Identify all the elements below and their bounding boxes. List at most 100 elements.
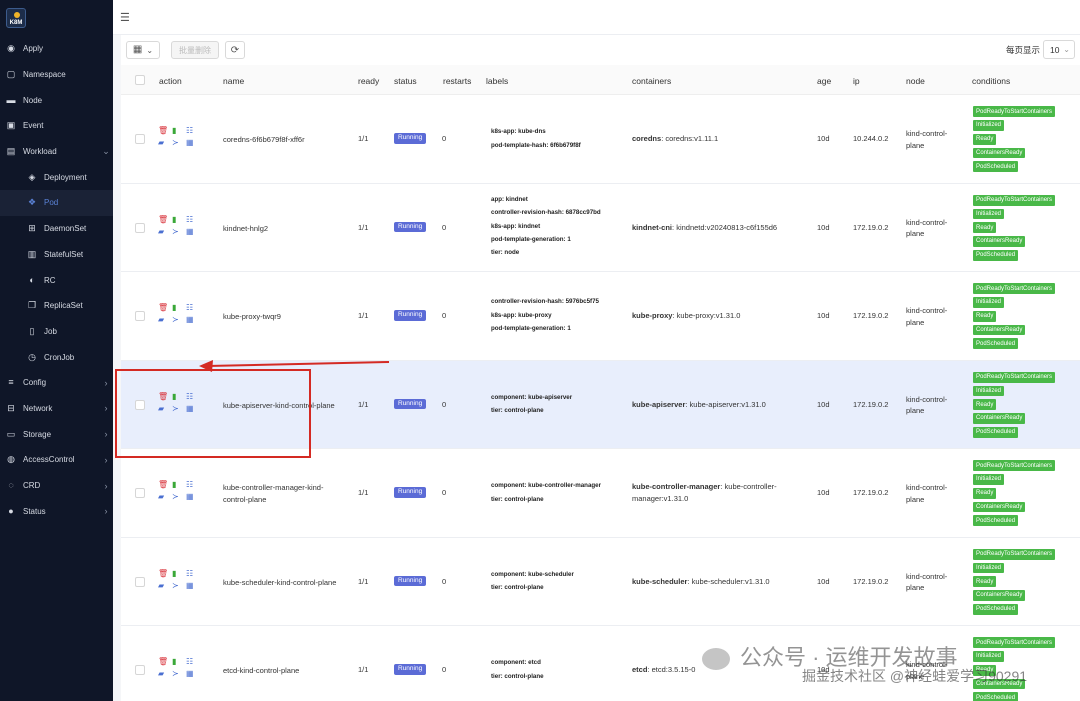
- calendar-icon[interactable]: ▦: [186, 493, 194, 501]
- label-tag: component: kube-controller-manager: [491, 482, 602, 490]
- row-checkbox[interactable]: [135, 399, 145, 410]
- detail-icon[interactable]: ☷: [186, 569, 193, 578]
- sidebar-item-job[interactable]: ▯ Job: [0, 319, 113, 345]
- calendar-icon[interactable]: ▦: [186, 316, 194, 324]
- labels-list: app: kindnet controller-revision-hash: 68…: [491, 197, 601, 256]
- terminal-icon[interactable]: ≻: [172, 139, 179, 147]
- pod-name[interactable]: coredns-6f6b679f8f-xff6r: [223, 134, 305, 146]
- sidebar-item-deployment[interactable]: ◈ Deployment: [0, 164, 113, 190]
- pod-name[interactable]: kube-controller-manager-kind-control-pla…: [223, 482, 323, 505]
- terminal-icon[interactable]: ≻: [172, 316, 179, 324]
- table-row: 🗑 ▮ ☷ ▰ ≻ ▦ kindnet-hnlg2 1/1 Running 0 app: kindn…: [121, 184, 1080, 272]
- sidebar-item-pod[interactable]: ❖ Pod: [0, 190, 113, 216]
- detail-icon[interactable]: ☷: [186, 304, 193, 312]
- folder-icon[interactable]: ▰: [158, 227, 164, 236]
- calendar-icon[interactable]: ▦: [186, 227, 194, 236]
- delete-icon[interactable]: 🗑: [158, 658, 168, 666]
- folder-icon[interactable]: ▰: [158, 581, 164, 590]
- delete-icon[interactable]: 🗑: [158, 127, 168, 135]
- delete-icon[interactable]: 🗑: [158, 392, 168, 401]
- detail-icon[interactable]: ☷: [186, 215, 193, 224]
- header-restarts[interactable]: restarts: [443, 76, 471, 86]
- detail-icon[interactable]: ☷: [186, 127, 193, 135]
- terminal-icon[interactable]: ≻: [172, 493, 179, 501]
- log-icon[interactable]: ▮: [172, 569, 176, 578]
- column-settings-button[interactable]: ▦ ⌄: [126, 41, 160, 59]
- row-checkbox[interactable]: [135, 576, 145, 587]
- log-icon[interactable]: ▮: [172, 304, 176, 312]
- terminal-icon[interactable]: ≻: [172, 670, 179, 678]
- calendar-icon[interactable]: ▦: [186, 404, 194, 413]
- header-status[interactable]: status: [394, 76, 417, 86]
- pod-name[interactable]: kube-proxy-twqr9: [223, 311, 281, 323]
- row-checkbox[interactable]: [135, 665, 145, 676]
- row-checkbox[interactable]: [135, 134, 145, 145]
- pod-name[interactable]: kube-scheduler-kind-control-plane: [223, 577, 336, 589]
- sidebar-item-label: Storage: [23, 429, 52, 439]
- detail-icon[interactable]: ☷: [186, 481, 193, 489]
- row-checkbox[interactable]: [135, 222, 145, 233]
- terminal-icon[interactable]: ≻: [172, 404, 179, 413]
- sidebar-item-event[interactable]: ▣ Event: [0, 113, 113, 139]
- folder-icon[interactable]: ▰: [158, 316, 164, 324]
- delete-icon[interactable]: 🗑: [158, 304, 168, 312]
- sidebar-item-daemonset[interactable]: ⊞ DaemonSet: [0, 216, 113, 242]
- folder-icon[interactable]: ▰: [158, 139, 164, 147]
- log-icon[interactable]: ▮: [172, 127, 176, 135]
- pod-name[interactable]: kube-apiserver-kind-control-plane: [223, 400, 335, 412]
- sidebar-item-status[interactable]: ● Status ›: [0, 498, 113, 524]
- condition-tag: ContainersReady: [973, 324, 1026, 336]
- pod-name[interactable]: etcd-kind-control-plane: [223, 665, 299, 677]
- delete-icon[interactable]: 🗑: [158, 215, 168, 224]
- folder-icon[interactable]: ▰: [158, 670, 164, 678]
- delete-icon[interactable]: 🗑: [158, 569, 168, 578]
- sidebar-item-cronjob[interactable]: ◷ CronJob: [0, 344, 113, 370]
- sidebar-item-storage[interactable]: ▭ Storage ›: [0, 421, 113, 447]
- header-name[interactable]: name: [223, 76, 244, 86]
- folder-icon[interactable]: ▰: [158, 493, 164, 501]
- folder-icon[interactable]: ▰: [158, 404, 164, 413]
- sidebar-item-replicaset[interactable]: ❐ ReplicaSet: [0, 293, 113, 319]
- delete-icon[interactable]: 🗑: [158, 481, 168, 489]
- calendar-icon[interactable]: ▦: [186, 139, 194, 147]
- log-icon[interactable]: ▮: [172, 392, 176, 401]
- calendar-icon[interactable]: ▦: [186, 581, 194, 590]
- sidebar-item-workload[interactable]: ▤ Workload ⌄: [0, 139, 113, 165]
- sidebar-item-apply[interactable]: ◉ Apply: [0, 36, 113, 62]
- label-tag: tier: control-plane: [491, 407, 544, 414]
- detail-icon[interactable]: ☷: [186, 658, 193, 666]
- row-actions: 🗑 ▮ ☷ ▰ ≻ ▦: [158, 481, 198, 505]
- header-ip[interactable]: ip: [853, 76, 860, 86]
- sidebar-item-label: RC: [44, 275, 56, 285]
- sidebar-item-statefulset[interactable]: ▥ StatefulSet: [0, 242, 113, 268]
- page-size-select[interactable]: 10 ⌄: [1043, 40, 1075, 59]
- condition-tag: Ready: [973, 664, 997, 676]
- sidebar-item-accesscontrol[interactable]: ◍ AccessControl ›: [0, 447, 113, 473]
- header-age[interactable]: age: [817, 76, 831, 86]
- row-checkbox[interactable]: [135, 488, 145, 499]
- sidebar-item-crd[interactable]: ◌ CRD ›: [0, 473, 113, 499]
- sidebar-item-namespace[interactable]: ▢ Namespace: [0, 62, 113, 88]
- sidebar-item-network[interactable]: ⊟ Network ›: [0, 396, 113, 422]
- condition-tag: PodScheduled: [973, 161, 1019, 173]
- sidebar-item-node[interactable]: ▬ Node: [0, 87, 113, 113]
- batch-delete-button[interactable]: 批量删除: [171, 41, 219, 59]
- terminal-icon[interactable]: ≻: [172, 581, 179, 590]
- calendar-icon[interactable]: ▦: [186, 670, 194, 678]
- sidebar-item-rc[interactable]: ◐ RC: [0, 267, 113, 293]
- terminal-icon[interactable]: ≻: [172, 227, 179, 236]
- header-node[interactable]: node: [906, 76, 925, 86]
- refresh-button[interactable]: ⟳: [225, 41, 245, 59]
- select-all-checkbox[interactable]: [135, 75, 145, 85]
- detail-icon[interactable]: ☷: [186, 392, 193, 401]
- collapse-menu-icon[interactable]: ☰: [120, 11, 130, 24]
- sidebar-item-config[interactable]: ≡ Config ›: [0, 370, 113, 396]
- pod-name[interactable]: kindnet-hnlg2: [223, 223, 268, 235]
- log-icon[interactable]: ▮: [172, 215, 176, 224]
- log-icon[interactable]: ▮: [172, 658, 176, 666]
- row-checkbox[interactable]: [135, 311, 145, 322]
- header-ready[interactable]: ready: [358, 76, 379, 86]
- condition-tag: Ready: [973, 222, 997, 234]
- log-icon[interactable]: ▮: [172, 481, 176, 489]
- copy-icon: ❐: [27, 300, 37, 311]
